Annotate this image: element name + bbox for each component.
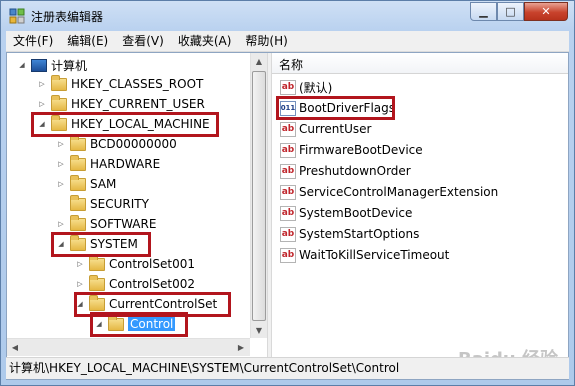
value-name: SystemStartOptions	[299, 227, 420, 241]
scroll-up-icon[interactable]: ▲	[251, 53, 267, 69]
status-path: 计算机\HKEY_LOCAL_MACHINE\SYSTEM\CurrentCon…	[9, 361, 400, 375]
registry-editor-window: 注册表编辑器 ▁ □ ✕ 文件(F) 编辑(E) 查看(V) 收藏夹(A) 帮助…	[0, 0, 575, 386]
annotation-box-system	[51, 232, 151, 257]
string-value-icon: ab	[280, 247, 296, 263]
tree-item-label: SOFTWARE	[90, 217, 157, 231]
expand-arrow-icon[interactable]: ▷	[56, 219, 66, 229]
tree-item-computer[interactable]: ◢ 计算机	[17, 56, 87, 74]
tree-item-hkcu[interactable]: ▷ HKEY_CURRENT_USER	[37, 94, 205, 113]
value-row[interactable]: ab CurrentUser	[280, 120, 371, 138]
folder-icon	[70, 194, 86, 211]
folder-icon	[70, 174, 86, 191]
value-row[interactable]: ab WaitToKillServiceTimeout	[280, 246, 449, 264]
collapse-arrow-icon[interactable]: ◢	[17, 60, 27, 70]
value-name: CurrentUser	[299, 122, 372, 136]
value-name: WaitToKillServiceTimeout	[299, 248, 450, 262]
maximize-button[interactable]: □	[497, 2, 524, 21]
folder-icon	[70, 154, 86, 171]
value-row[interactable]: ab (默认)	[280, 78, 332, 96]
tree-item-label: ControlSet002	[109, 277, 195, 291]
menu-bar: 文件(F) 编辑(E) 查看(V) 收藏夹(A) 帮助(H)	[6, 31, 569, 52]
folder-icon	[89, 274, 105, 291]
column-header-label: 名称	[279, 58, 304, 72]
values-list: 名称 ab (默认) 011 BootDriverFlags ab Curren…	[272, 53, 568, 357]
tree-item-label: ControlSet001	[109, 257, 195, 271]
column-header-name[interactable]: 名称	[272, 53, 568, 74]
scroll-left-icon[interactable]: ◀	[7, 339, 23, 355]
expand-arrow-icon[interactable]: ▷	[75, 279, 85, 289]
tree-item-security[interactable]: SECURITY	[56, 194, 149, 213]
string-value-icon: ab	[280, 163, 296, 179]
folder-icon	[51, 94, 67, 111]
string-value-icon: ab	[280, 184, 296, 200]
tree-item-hkcr[interactable]: ▷ HKEY_CLASSES_ROOT	[37, 74, 204, 93]
tree-item-controlset002[interactable]: ▷ ControlSet002	[75, 274, 195, 293]
scroll-thumb[interactable]	[252, 71, 266, 321]
caption-buttons: ▁ □ ✕	[470, 2, 568, 22]
tree-item-label: HARDWARE	[90, 157, 161, 171]
title-bar[interactable]: 注册表编辑器 ▁ □ ✕	[1, 1, 574, 31]
string-value-icon: ab	[280, 79, 296, 95]
value-name: (默认)	[299, 80, 333, 95]
value-name: ServiceControlManagerExtension	[299, 185, 499, 199]
expand-arrow-icon[interactable]: ▷	[37, 79, 47, 89]
expand-arrow-icon[interactable]: ▷	[37, 99, 47, 109]
close-icon: ✕	[541, 5, 551, 18]
maximize-icon: □	[505, 5, 516, 18]
value-name: PreshutdownOrder	[299, 164, 411, 178]
annotation-box-hklm	[31, 112, 219, 137]
expand-arrow-icon[interactable]: ▷	[75, 259, 85, 269]
string-value-icon: ab	[280, 121, 296, 137]
minimize-button[interactable]: ▁	[470, 2, 497, 21]
value-row[interactable]: ab SystemStartOptions	[280, 225, 419, 243]
value-name: SystemBootDevice	[299, 206, 413, 220]
tree-item-bcd[interactable]: ▷ BCD00000000	[56, 134, 177, 153]
tree-item-controlset001[interactable]: ▷ ControlSet001	[75, 254, 195, 273]
menu-file[interactable]: 文件(F)	[6, 31, 60, 51]
key-tree: ◢ 计算机 ▷ HKEY_CLASSES_ROOT ▷ HKEY_CURRENT…	[7, 53, 267, 357]
value-row[interactable]: ab PreshutdownOrder	[280, 162, 411, 180]
scroll-down-icon[interactable]: ▼	[251, 322, 267, 338]
string-value-icon: ab	[280, 205, 296, 221]
annotation-box-bootdriverflags	[276, 96, 395, 120]
tree-item-label: SECURITY	[90, 197, 149, 211]
expand-arrow-icon[interactable]: ▷	[56, 139, 66, 149]
value-row[interactable]: ab FirmwareBootDevice	[280, 141, 423, 159]
tree-item-label: HKEY_CURRENT_USER	[71, 97, 205, 111]
close-button[interactable]: ✕	[524, 2, 568, 21]
registry-editor-icon	[9, 8, 25, 24]
folder-icon	[70, 214, 86, 231]
menu-help[interactable]: 帮助(H)	[238, 31, 294, 51]
value-row[interactable]: ab ServiceControlManagerExtension	[280, 183, 498, 201]
client-area: ◢ 计算机 ▷ HKEY_CLASSES_ROOT ▷ HKEY_CURRENT…	[6, 52, 569, 380]
string-value-icon: ab	[280, 226, 296, 242]
expand-arrow-icon[interactable]: ▷	[56, 179, 66, 189]
tree-item-label: SAM	[90, 177, 117, 191]
tree-item-label: BCD00000000	[90, 137, 177, 151]
status-bar: 计算机\HKEY_LOCAL_MACHINE\SYSTEM\CurrentCon…	[6, 357, 569, 379]
folder-icon	[89, 254, 105, 271]
tree-item-label: HKEY_CLASSES_ROOT	[71, 77, 204, 91]
menu-edit[interactable]: 编辑(E)	[60, 31, 115, 51]
folder-icon	[70, 134, 86, 151]
value-name: FirmwareBootDevice	[299, 143, 423, 157]
tree-item-software[interactable]: ▷ SOFTWARE	[56, 214, 157, 233]
annotation-box-control	[90, 312, 188, 337]
menu-view[interactable]: 查看(V)	[115, 31, 171, 51]
tree-vertical-scrollbar[interactable]: ▲ ▼	[250, 53, 267, 338]
scroll-right-icon[interactable]: ▶	[233, 339, 249, 355]
string-value-icon: ab	[280, 142, 296, 158]
minimize-icon: ▁	[479, 5, 488, 18]
tree-item-hardware[interactable]: ▷ HARDWARE	[56, 154, 161, 173]
tree-item-sam[interactable]: ▷ SAM	[56, 174, 117, 193]
folder-icon	[51, 74, 67, 91]
window-title: 注册表编辑器	[31, 10, 104, 24]
value-row[interactable]: ab SystemBootDevice	[280, 204, 412, 222]
computer-icon	[31, 58, 47, 72]
expand-arrow-icon[interactable]: ▷	[56, 159, 66, 169]
tree-horizontal-scrollbar[interactable]: ◀ ▶	[7, 338, 250, 356]
menu-favorites[interactable]: 收藏夹(A)	[171, 31, 239, 51]
tree-item-label: 计算机	[51, 58, 88, 73]
